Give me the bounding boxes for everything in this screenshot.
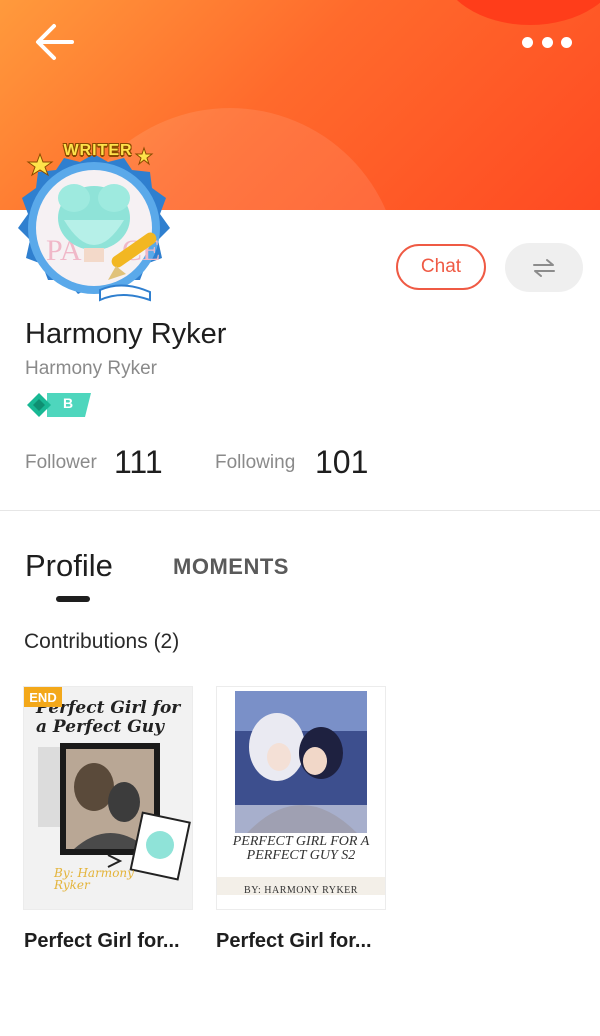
follower-label[interactable]: Follower [25, 452, 97, 474]
more-options-button[interactable] [522, 28, 572, 56]
header-decoration [440, 0, 600, 25]
book-cover-image [217, 687, 385, 909]
contribution-title[interactable]: Perfect Girl for... [24, 930, 180, 953]
contribution-title[interactable]: Perfect Girl for... [216, 930, 372, 953]
follow-stats: Follower 111 Following 101 [25, 444, 585, 484]
swap-arrows-icon [533, 258, 555, 277]
contribution-card[interactable]: END Perfect Girl for a Perfect Guy By: H… [23, 686, 193, 910]
writer-badge: WRITER [63, 142, 133, 159]
divider [0, 510, 600, 511]
arrow-left-icon [36, 24, 74, 60]
chat-button[interactable]: Chat [396, 244, 486, 290]
level-badge-icon [27, 393, 91, 417]
book-cover-title: PERFECT GIRL FOR A PERFECT GUY S2 [232, 834, 370, 863]
profile-name: Harmony Ryker [25, 318, 227, 350]
back-button[interactable] [32, 20, 80, 64]
book-cover-author: BY: HARMONY RYKER [244, 885, 358, 896]
following-label[interactable]: Following [215, 452, 295, 474]
avatar[interactable]: PA CE WRITER [4, 140, 184, 310]
avatar-frame: PA CE [18, 146, 170, 302]
follower-count[interactable]: 111 [114, 444, 163, 481]
book-cover-author: By: Harmony Ryker [54, 866, 134, 892]
contribution-card[interactable]: PERFECT GIRL FOR A PERFECT GUY S2 BY: HA… [216, 686, 386, 910]
tab-moments[interactable]: MOMENTS [173, 554, 289, 580]
swap-button[interactable] [505, 243, 583, 292]
following-count[interactable]: 101 [315, 444, 368, 481]
tab-profile[interactable]: Profile [25, 548, 113, 584]
end-tag: END [24, 687, 62, 707]
more-dots-icon [561, 36, 572, 48]
profile-username: Harmony Ryker [25, 358, 157, 379]
more-dots-icon [541, 36, 553, 48]
more-dots-icon [522, 36, 533, 48]
active-tab-indicator [56, 596, 90, 602]
level-letter: B [63, 395, 74, 411]
contributions-title: Contributions (2) [24, 630, 180, 653]
